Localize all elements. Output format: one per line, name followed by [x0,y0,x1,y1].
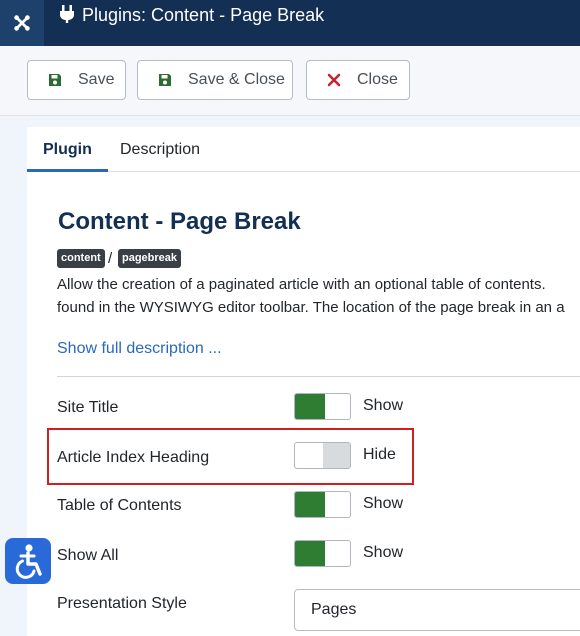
save-icon [158,73,172,87]
show-all-label: Show All [57,547,119,564]
save-close-button-label: Save & Close [188,71,285,88]
tab-plugin[interactable]: Plugin [27,127,108,172]
page-header-title: Plugins: Content - Page Break [82,5,325,25]
table-of-contents-label: Table of Contents [57,497,182,514]
close-button[interactable]: Close [306,60,410,100]
close-icon [327,73,341,87]
site-title-toggle[interactable] [294,393,351,420]
description-line: Allow the creation of a paginated articl… [57,276,546,293]
toolbar: Save Save & Close Close [0,46,580,116]
plug-icon [58,4,76,29]
badge-content: content [57,249,105,268]
presentation-style-label: Presentation Style [57,595,187,612]
table-of-contents-state: Show [363,495,404,512]
page-title: Content - Page Break [58,208,301,235]
app-header: Plugins: Content - Page Break [0,0,580,46]
site-title-state: Show [363,397,404,414]
badge-separator: / [108,250,113,267]
site-title-label: Site Title [57,399,119,416]
save-close-button[interactable]: Save & Close [137,60,293,100]
divider [57,376,580,377]
show-all-state: Show [363,544,404,561]
show-all-toggle[interactable] [294,540,351,567]
presentation-style-select[interactable]: Pages [294,589,580,631]
highlight-box [47,428,414,485]
description-line: found in the WYSIWYG editor toolbar. The… [57,299,565,316]
close-button-label: Close [357,71,398,88]
table-of-contents-toggle[interactable] [294,491,351,518]
badge-pagebreak: pagebreak [118,249,182,268]
tab-description[interactable]: Description [104,127,216,172]
save-icon [48,73,62,87]
joomla-icon[interactable] [0,0,44,46]
save-button-label: Save [78,71,115,88]
accessibility-icon[interactable] [5,538,51,584]
show-full-description-link[interactable]: Show full description ... [57,340,222,358]
save-button[interactable]: Save [27,60,126,100]
tab-bar: Plugin Description [27,127,580,172]
